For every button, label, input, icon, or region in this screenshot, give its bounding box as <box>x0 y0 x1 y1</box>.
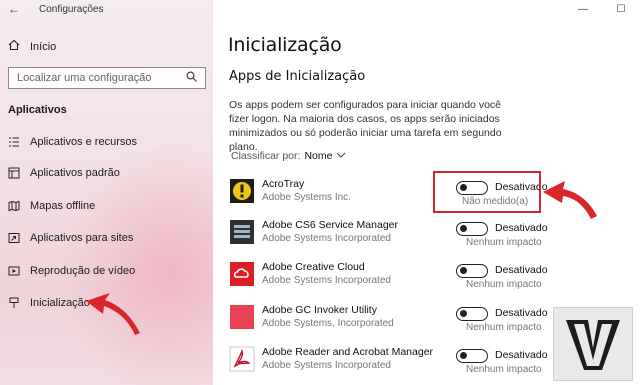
app-publisher: Adobe Systems, Incorporated <box>262 318 394 329</box>
maximize-button[interactable]: ☐ <box>602 0 640 18</box>
acrotray-icon <box>229 178 255 204</box>
app-publisher: Adobe Systems Incorporated <box>262 360 391 371</box>
app-name: Adobe Reader and Acrobat Manager <box>262 346 434 358</box>
startup-impact: Nenhum impacto <box>466 322 542 333</box>
startup-toggle[interactable] <box>456 222 488 236</box>
startup-impact: Nenhum impacto <box>466 364 542 375</box>
startup-toggle[interactable] <box>456 264 488 278</box>
sidebar-item-video-playback[interactable]: Reprodução de vídeo <box>8 262 135 280</box>
section-title-apps: Aplicativos <box>8 104 67 116</box>
gc-invoker-icon <box>229 304 255 330</box>
app-name: Adobe Creative Cloud <box>262 261 365 273</box>
sidebar-item-label: Reprodução de vídeo <box>30 265 136 277</box>
toggle-state: Desativado <box>495 222 548 234</box>
sidebar: ← Configurações Início Localizar uma con… <box>0 0 213 385</box>
highlight-box <box>433 171 541 213</box>
default-apps-icon <box>8 167 20 179</box>
cs6-service-manager-icon <box>229 219 255 245</box>
description-text: Os apps podem ser configurados para inic… <box>229 99 502 153</box>
app-name: AcroTray <box>262 178 305 190</box>
sidebar-item-startup[interactable]: Inicialização <box>8 294 90 312</box>
app-publisher: Adobe Systems Inc. <box>262 192 351 203</box>
sidebar-item-default-apps[interactable]: Aplicativos padrão <box>8 164 120 182</box>
sidebar-item-label: Mapas offline <box>30 200 96 212</box>
startup-icon <box>8 297 20 309</box>
window-title: Configurações <box>39 4 104 15</box>
list-item: AcroTray Adobe Systems Inc. Desativado N… <box>229 178 629 212</box>
window-controls: — ☐ <box>564 0 640 18</box>
list-item: Adobe CS6 Service Manager Adobe Systems … <box>229 219 629 253</box>
startup-toggle[interactable] <box>456 307 488 321</box>
map-icon <box>8 200 20 212</box>
list-item: Adobe Creative Cloud Adobe Systems Incor… <box>229 261 629 295</box>
sidebar-item-apps-features[interactable]: Aplicativos e recursos <box>8 133 137 151</box>
creative-cloud-icon <box>229 261 255 287</box>
section-heading: Apps de Inicialização <box>229 69 366 84</box>
sort-label: Classificar por: <box>231 150 301 162</box>
watermark-logo <box>553 307 633 381</box>
minimize-button[interactable]: — <box>564 0 602 18</box>
page-title: Inicialização <box>228 34 342 56</box>
sort-dropdown[interactable]: Classificar por: Nome <box>231 150 346 162</box>
toggle-state: Desativado <box>495 307 548 319</box>
home-label: Início <box>30 40 57 53</box>
home-icon <box>8 39 20 54</box>
startup-impact: Nenhum impacto <box>466 279 542 290</box>
app-name: Adobe CS6 Service Manager <box>262 219 398 231</box>
acrobat-icon <box>229 346 255 372</box>
app-publisher: Adobe Systems Incorporated <box>262 233 391 244</box>
toggle-state: Desativado <box>495 349 548 361</box>
video-icon <box>8 265 20 277</box>
apps-list-icon <box>8 136 20 148</box>
web-apps-icon <box>8 232 20 244</box>
sidebar-item-label: Aplicativos padrão <box>30 167 120 179</box>
app-publisher: Adobe Systems Incorporated <box>262 275 391 286</box>
startup-toggle[interactable] <box>456 349 488 363</box>
toggle-state: Desativado <box>495 264 548 276</box>
startup-impact: Nenhum impacto <box>466 237 542 248</box>
search-input[interactable]: Localizar uma configuração <box>8 67 206 89</box>
sidebar-item-web-apps[interactable]: Aplicativos para sites <box>8 229 133 247</box>
app-name: Adobe GC Invoker Utility <box>262 304 377 316</box>
sidebar-item-label: Aplicativos para sites <box>30 232 134 244</box>
search-icon <box>186 71 197 85</box>
sidebar-item-label: Inicialização <box>30 297 90 309</box>
chevron-down-icon <box>336 150 346 162</box>
sidebar-item-label: Aplicativos e recursos <box>30 136 137 148</box>
sidebar-item-offline-maps[interactable]: Mapas offline <box>8 197 95 215</box>
search-placeholder: Localizar uma configuração <box>17 72 152 84</box>
sort-value: Nome <box>304 150 333 162</box>
nav-home[interactable]: Início <box>8 39 56 54</box>
back-arrow-icon[interactable]: ← <box>8 2 20 16</box>
